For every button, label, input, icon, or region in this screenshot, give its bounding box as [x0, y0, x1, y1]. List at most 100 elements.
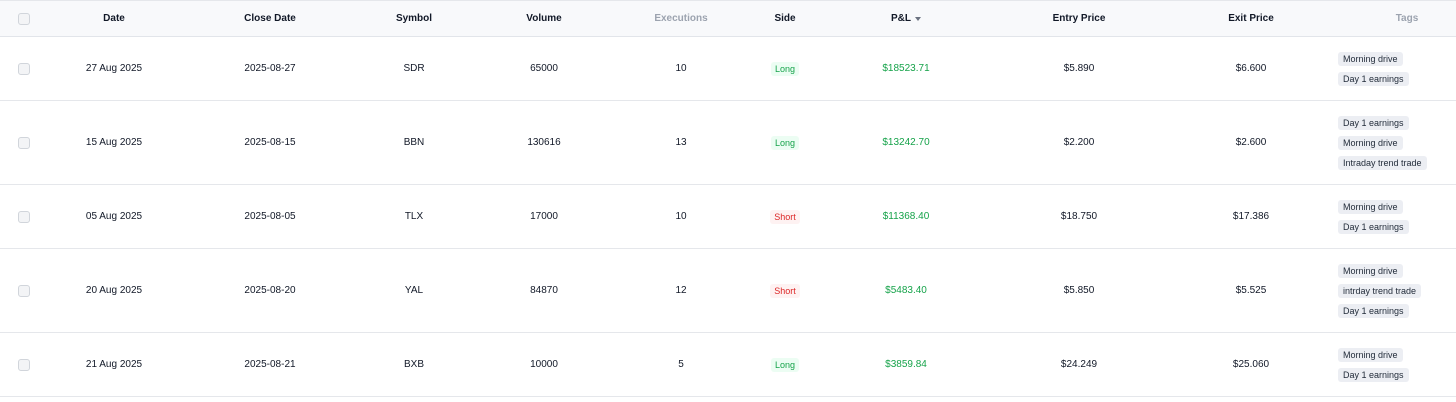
row-select-cell [0, 358, 48, 371]
row-select-cell [0, 136, 48, 149]
cell-volume: 10000 [530, 359, 558, 370]
column-header-exit-price[interactable]: Exit Price [1174, 13, 1328, 24]
table-row[interactable]: 27 Aug 2025 2025-08-27 SDR 65000 10 Long $1852… [0, 37, 1456, 101]
select-all-checkbox[interactable] [18, 12, 30, 25]
cell-close-date: 2025-08-15 [244, 137, 296, 148]
cell-volume: 84870 [530, 285, 558, 296]
side-badge: Short [770, 209, 800, 224]
cell-side: Short [742, 283, 828, 298]
cell-date: 27 Aug 2025 [85, 63, 143, 74]
cell-volume: 65000 [530, 63, 558, 74]
side-badge: Long [770, 135, 800, 150]
tag-list: Morning drive Day 1 earnings [1338, 51, 1409, 86]
cell-entry-price: $5.850 [1063, 285, 1095, 296]
cell-tags: Morning drive Day 1 earnings [1328, 51, 1456, 86]
cell-tags: Morning drive Day 1 earnings [1328, 347, 1456, 382]
cell-exit-price: $25.060 [1232, 359, 1270, 370]
tag-chip[interactable]: Day 1 earnings [1338, 115, 1409, 130]
row-checkbox[interactable] [18, 358, 30, 371]
cell-close-date: 2025-08-20 [244, 285, 296, 296]
column-header-volume[interactable]: Volume [468, 13, 620, 24]
row-checkbox[interactable] [18, 284, 30, 297]
cell-executions: 13 [675, 137, 687, 148]
cell-side: Short [742, 209, 828, 224]
side-badge: Long [770, 61, 800, 76]
column-header-date[interactable]: Date [48, 13, 180, 24]
column-header-pnl-label: P&L [891, 13, 911, 24]
table-body: 27 Aug 2025 2025-08-27 SDR 65000 10 Long $1852… [0, 37, 1456, 397]
cell-symbol: BXB [403, 359, 424, 370]
table-row[interactable]: 20 Aug 2025 2025-08-20 YAL 84870 12 Short $548… [0, 249, 1456, 333]
row-checkbox[interactable] [18, 136, 30, 149]
cell-symbol: SDR [403, 63, 425, 74]
cell-close-date: 2025-08-05 [244, 211, 296, 222]
cell-pnl: $3859.84 [885, 359, 927, 370]
column-header-pnl[interactable]: P&L [828, 13, 984, 24]
cell-symbol: TLX [404, 211, 424, 222]
tag-chip[interactable]: Morning drive [1338, 51, 1403, 66]
sort-down-icon [915, 17, 921, 21]
cell-date: 05 Aug 2025 [85, 211, 143, 222]
cell-date: 20 Aug 2025 [85, 285, 143, 296]
column-header-side[interactable]: Side [742, 13, 828, 24]
cell-symbol: YAL [404, 285, 424, 296]
tag-chip[interactable]: intrday trend trade [1338, 283, 1422, 298]
row-select-cell [0, 62, 48, 75]
column-header-entry-price[interactable]: Entry Price [984, 13, 1174, 24]
row-select-cell [0, 210, 48, 223]
tag-chip[interactable]: Day 1 earnings [1338, 303, 1409, 318]
cell-tags: Day 1 earnings Morning drive Intraday tren… [1328, 115, 1456, 170]
cell-executions: 12 [675, 285, 687, 296]
cell-executions: 5 [678, 359, 684, 370]
column-header-tags: Tags [1395, 13, 1419, 24]
column-header-executions: Executions [654, 13, 708, 24]
cell-entry-price: $2.200 [1063, 137, 1095, 148]
cell-entry-price: $24.249 [1060, 359, 1098, 370]
cell-volume: 130616 [527, 137, 561, 148]
cell-close-date: 2025-08-21 [244, 359, 296, 370]
tag-chip[interactable]: Intraday trend trade [1338, 155, 1427, 170]
cell-side: Long [742, 135, 828, 150]
tag-chip[interactable]: Morning drive [1338, 135, 1403, 150]
trades-table: Date Close Date Symbol Volume Executions… [0, 0, 1456, 397]
cell-date: 21 Aug 2025 [85, 359, 143, 370]
row-select-cell [0, 284, 48, 297]
cell-pnl: $13242.70 [882, 137, 930, 148]
cell-exit-price: $6.600 [1235, 63, 1267, 74]
row-checkbox[interactable] [18, 62, 30, 75]
cell-exit-price: $2.600 [1235, 137, 1267, 148]
tag-chip[interactable]: Day 1 earnings [1338, 219, 1409, 234]
table-row[interactable]: 15 Aug 2025 2025-08-15 BBN 130616 13 Long $132… [0, 101, 1456, 185]
table-row[interactable]: 21 Aug 2025 2025-08-21 BXB 10000 5 Long $3859.… [0, 333, 1456, 397]
tag-chip[interactable]: Morning drive [1338, 263, 1403, 278]
tag-list: Morning drive Day 1 earnings [1338, 199, 1409, 234]
cell-tags: Morning drive intrday trend trade Day 1 ea… [1328, 263, 1456, 318]
tag-chip[interactable]: Morning drive [1338, 347, 1403, 362]
side-badge: Long [770, 357, 800, 372]
cell-executions: 10 [675, 211, 687, 222]
select-all-cell [0, 12, 48, 25]
row-checkbox[interactable] [18, 210, 30, 223]
tag-list: Day 1 earnings Morning drive Intraday tren… [1338, 115, 1427, 170]
cell-pnl: $11368.40 [882, 211, 930, 222]
cell-side: Long [742, 357, 828, 372]
tag-chip[interactable]: Day 1 earnings [1338, 71, 1409, 86]
cell-tags: Morning drive Day 1 earnings [1328, 199, 1456, 234]
column-header-close-date[interactable]: Close Date [180, 13, 360, 24]
cell-pnl: $18523.71 [882, 63, 930, 74]
column-header-symbol[interactable]: Symbol [360, 13, 468, 24]
cell-executions: 10 [675, 63, 687, 74]
cell-date: 15 Aug 2025 [85, 137, 143, 148]
cell-side: Long [742, 61, 828, 76]
cell-entry-price: $18.750 [1060, 211, 1098, 222]
tag-list: Morning drive Day 1 earnings [1338, 347, 1409, 382]
table-row[interactable]: 05 Aug 2025 2025-08-05 TLX 17000 10 Short $113… [0, 185, 1456, 249]
table-header: Date Close Date Symbol Volume Executions… [0, 1, 1456, 37]
tag-chip[interactable]: Morning drive [1338, 199, 1403, 214]
cell-pnl: $5483.40 [885, 285, 927, 296]
cell-volume: 17000 [530, 211, 558, 222]
cell-exit-price: $5.525 [1235, 285, 1267, 296]
cell-exit-price: $17.386 [1232, 211, 1270, 222]
tag-chip[interactable]: Day 1 earnings [1338, 367, 1409, 382]
cell-entry-price: $5.890 [1063, 63, 1095, 74]
